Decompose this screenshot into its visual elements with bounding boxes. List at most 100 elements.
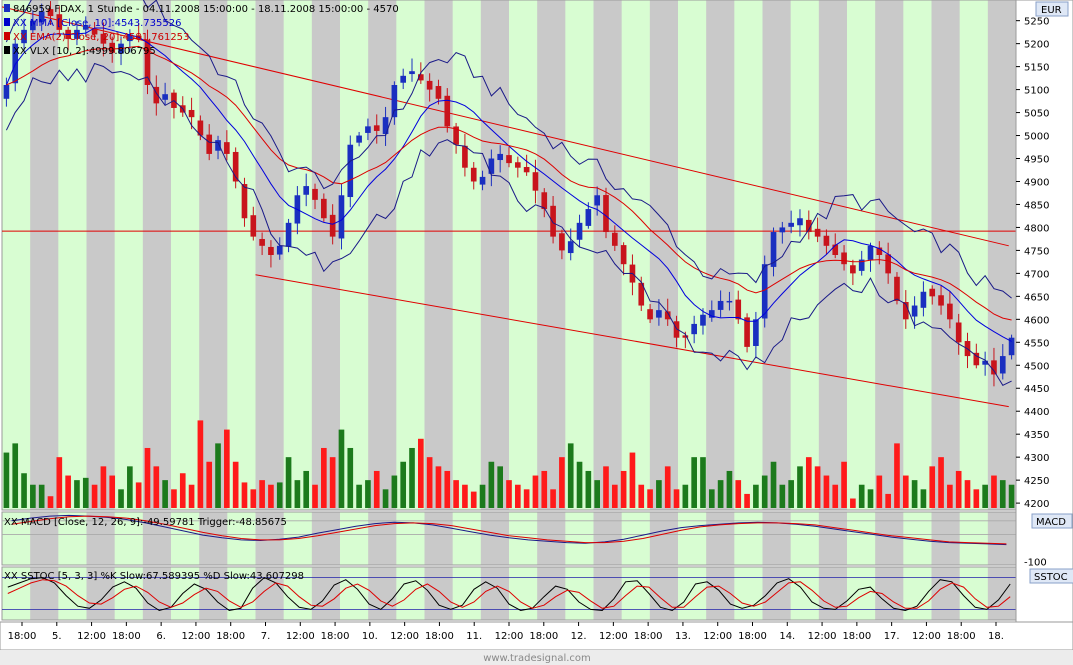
candle-body[interactable] — [717, 300, 724, 310]
candle-body[interactable] — [523, 167, 530, 173]
volume-bar[interactable] — [391, 475, 398, 508]
volume-bar[interactable] — [532, 475, 539, 508]
candle-body[interactable] — [479, 176, 486, 185]
candle-body[interactable] — [585, 209, 592, 226]
candle-body[interactable] — [929, 288, 936, 297]
candle-body[interactable] — [321, 198, 327, 219]
candle-body[interactable] — [611, 232, 618, 246]
volume-bar[interactable] — [867, 489, 874, 508]
volume-bar[interactable] — [717, 480, 724, 508]
candle-body[interactable] — [832, 244, 839, 255]
volume-bar[interactable] — [911, 480, 918, 508]
volume-bar[interactable] — [224, 429, 230, 508]
volume-bar[interactable] — [823, 475, 830, 508]
candle-body[interactable] — [162, 94, 168, 100]
volume-bar[interactable] — [206, 461, 213, 508]
candle-body[interactable] — [700, 314, 706, 326]
candle-body[interactable] — [647, 309, 653, 320]
volume-bar[interactable] — [700, 457, 706, 508]
candle-body[interactable] — [550, 205, 556, 237]
volume-bar[interactable] — [797, 466, 803, 508]
volume-bar[interactable] — [1008, 484, 1015, 508]
volume-bar[interactable] — [453, 480, 459, 508]
candle-body[interactable] — [735, 299, 742, 320]
volume-bar[interactable] — [418, 438, 424, 508]
candle-body[interactable] — [303, 186, 310, 195]
volume-bar[interactable] — [30, 484, 36, 508]
volume-bar[interactable] — [991, 475, 997, 508]
candle-body[interactable] — [999, 356, 1006, 374]
candle-body[interactable] — [470, 167, 477, 182]
candle-body[interactable] — [312, 188, 318, 200]
volume-bar[interactable] — [100, 466, 107, 508]
volume-bar[interactable] — [400, 461, 407, 508]
volume-bar[interactable] — [523, 489, 530, 508]
volume-bar[interactable] — [285, 457, 292, 508]
volume-bar[interactable] — [929, 466, 936, 508]
candle-body[interactable] — [726, 300, 733, 303]
candle-body[interactable] — [744, 317, 750, 347]
candle-body[interactable] — [285, 222, 292, 247]
candle-body[interactable] — [188, 109, 195, 118]
volume-bar[interactable] — [999, 480, 1006, 508]
volume-bar[interactable] — [153, 466, 160, 508]
volume-bar[interactable] — [841, 461, 847, 508]
candle-body[interactable] — [532, 172, 539, 191]
candle-body[interactable] — [567, 241, 574, 254]
volume-bar[interactable] — [938, 457, 944, 508]
volume-bar[interactable] — [162, 480, 168, 508]
volume-bar[interactable] — [761, 475, 768, 508]
volume-bar[interactable] — [382, 489, 389, 508]
candle-body[interactable] — [400, 75, 407, 83]
volume-bar[interactable] — [303, 470, 310, 508]
candle-body[interactable] — [788, 222, 794, 227]
volume-bar[interactable] — [947, 484, 953, 508]
volume-bar[interactable] — [338, 429, 345, 508]
volume-bar[interactable] — [47, 496, 54, 508]
candle-body[interactable] — [576, 222, 583, 240]
candle-body[interactable] — [850, 265, 856, 274]
candle-body[interactable] — [215, 140, 221, 151]
candle-body[interactable] — [276, 245, 283, 255]
candle-body[interactable] — [462, 145, 468, 168]
candle-body[interactable] — [497, 153, 504, 161]
volume-bar[interactable] — [329, 457, 336, 508]
volume-bar[interactable] — [127, 466, 133, 508]
volume-bar[interactable] — [259, 480, 265, 508]
candle-body[interactable] — [955, 322, 962, 343]
volume-bar[interactable] — [858, 484, 865, 508]
volume-bar[interactable] — [506, 480, 512, 508]
volume-bar[interactable] — [91, 484, 98, 508]
volume-bar[interactable] — [294, 480, 301, 508]
volume-bar[interactable] — [541, 470, 548, 508]
candle-body[interactable] — [841, 252, 847, 265]
volume-bar[interactable] — [585, 470, 592, 508]
candle-body[interactable] — [885, 254, 891, 274]
candle-body[interactable] — [347, 144, 354, 198]
volume-bar[interactable] — [321, 447, 327, 508]
volume-bar[interactable] — [788, 480, 794, 508]
candle-body[interactable] — [603, 195, 609, 233]
candle-body[interactable] — [753, 319, 759, 346]
volume-bar[interactable] — [656, 480, 662, 508]
volume-bar[interactable] — [664, 466, 671, 508]
candle-body[interactable] — [938, 295, 944, 306]
volume-bar[interactable] — [347, 447, 354, 508]
candle-body[interactable] — [224, 142, 230, 154]
volume-bar[interactable] — [594, 480, 600, 508]
candle-body[interactable] — [691, 323, 697, 335]
candle-body[interactable] — [656, 310, 662, 318]
volume-bar[interactable] — [576, 461, 583, 508]
volume-bar[interactable] — [365, 480, 371, 508]
volume-bar[interactable] — [179, 473, 186, 508]
volume-bar[interactable] — [673, 489, 680, 508]
volume-bar[interactable] — [276, 482, 283, 508]
candle-body[interactable] — [356, 135, 362, 143]
volume-bar[interactable] — [885, 493, 891, 508]
volume-bar[interactable] — [232, 461, 239, 508]
volume-bar[interactable] — [682, 484, 689, 508]
volume-bar[interactable] — [735, 480, 742, 508]
candle-body[interactable] — [823, 235, 830, 246]
candle-body[interactable] — [947, 303, 953, 320]
volume-bar[interactable] — [462, 484, 468, 508]
